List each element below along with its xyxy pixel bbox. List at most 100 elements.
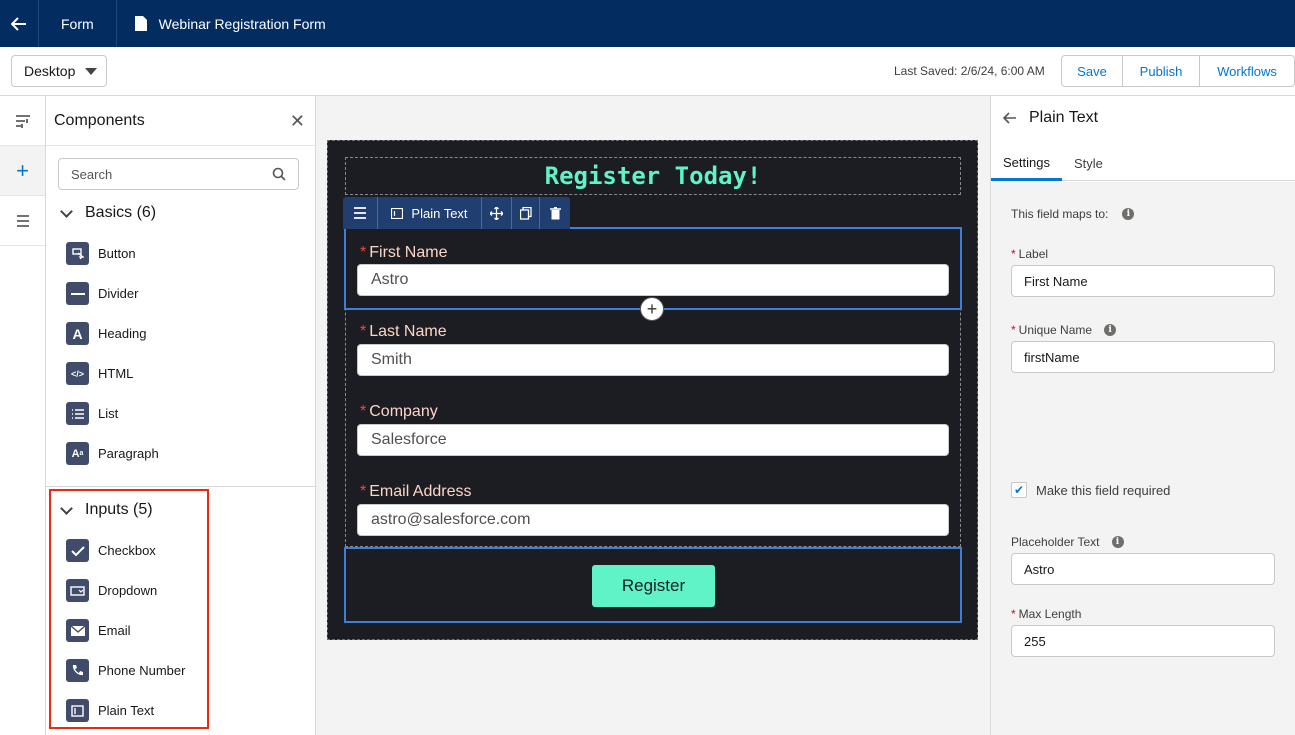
component-dropdown[interactable]: Dropdown (66, 579, 157, 602)
required-asterisk: * (360, 244, 367, 261)
inputs-section-title: Inputs (5) (85, 501, 153, 518)
document-title: Webinar Registration Form (158, 15, 326, 32)
field-label-text: Last Name (369, 323, 447, 340)
max-length-input[interactable]: 255 (1011, 625, 1275, 657)
field-label-email: * Email Address (360, 483, 472, 501)
document-icon (134, 16, 147, 31)
add-field-icon[interactable]: + (640, 297, 664, 321)
code-icon: </> (66, 362, 89, 385)
device-view-select[interactable]: Desktop (11, 55, 107, 87)
component-phone-number[interactable]: Phone Number (66, 659, 185, 682)
email-icon (66, 619, 89, 642)
last-name-input[interactable]: Smith (357, 344, 949, 376)
component-label: Email (98, 623, 131, 638)
required-asterisk: * (1011, 323, 1016, 337)
button-block[interactable]: Register (344, 547, 962, 623)
component-label: List (98, 406, 119, 421)
email-input[interactable]: astro@salesforce.com (357, 504, 949, 536)
tab-style[interactable]: Style (1062, 146, 1115, 181)
filter-settings-icon[interactable] (0, 96, 45, 146)
component-label: Button (98, 246, 136, 261)
add-components-icon[interactable]: + (0, 146, 45, 196)
component-email[interactable]: Email (66, 619, 131, 642)
component-label: Paragraph (98, 446, 159, 461)
component-label: Dropdown (98, 583, 158, 598)
dropdown-icon (66, 579, 89, 602)
document-title-group: Webinar Registration Form (117, 16, 326, 32)
move-icon[interactable] (482, 197, 512, 229)
required-asterisk: * (360, 403, 367, 420)
placeholder-label-text: Placeholder Text (1011, 535, 1100, 549)
back-arrow-icon[interactable] (0, 0, 38, 47)
breadcrumb-form[interactable]: Form (39, 16, 116, 32)
field-label-text: Company (369, 403, 438, 420)
checkmark-icon[interactable]: ✔ (1011, 482, 1027, 498)
field-label-last-name: * Last Name (360, 323, 447, 341)
basics-section-toggle[interactable]: Basics (6) (58, 204, 156, 222)
info-icon[interactable]: i (1111, 536, 1124, 548)
info-icon[interactable]: i (1104, 324, 1117, 336)
label-field-label: * Label (1011, 247, 1048, 261)
last-saved-text: Last Saved: 2/6/24, 6:00 AM (894, 64, 1045, 78)
field-label-first-name: * First Name (360, 244, 447, 262)
form-heading[interactable]: Register Today! (345, 157, 961, 195)
inputs-section-toggle[interactable]: Inputs (5) (58, 501, 153, 519)
required-asterisk: * (1011, 247, 1016, 261)
drag-menu-icon[interactable] (343, 197, 378, 229)
inputs-highlight-box (49, 489, 209, 729)
component-paragraph[interactable]: Aa Paragraph (66, 442, 159, 465)
duplicate-icon[interactable] (512, 197, 540, 229)
component-divider[interactable]: Divider (66, 282, 138, 305)
app-header: Form Webinar Registration Form (0, 0, 1295, 47)
info-icon[interactable]: i (1122, 208, 1135, 220)
field-label-text: First Name (369, 244, 448, 261)
paragraph-icon: Aa (66, 442, 89, 465)
trash-icon[interactable] (540, 197, 570, 229)
field-type-text: Plain Text (411, 205, 468, 221)
component-button[interactable]: Button (66, 242, 136, 265)
workflows-button[interactable]: Workflows (1199, 56, 1294, 86)
max-length-text: Max Length (1018, 607, 1082, 621)
component-html[interactable]: </> HTML (66, 362, 133, 385)
text-input-icon (66, 699, 89, 722)
max-length-label: * Max Length (1011, 607, 1081, 621)
list-icon (66, 402, 89, 425)
required-asterisk: * (1011, 607, 1016, 621)
checkbox-icon (66, 539, 89, 562)
tab-settings[interactable]: Settings (991, 146, 1062, 181)
search-icon (272, 167, 286, 181)
unique-name-input[interactable]: firstName (1011, 341, 1275, 373)
close-icon[interactable]: ✕ (290, 111, 305, 132)
component-list[interactable]: List (66, 402, 118, 425)
component-checkbox[interactable]: Checkbox (66, 539, 156, 562)
outline-list-icon[interactable] (0, 196, 45, 246)
phone-icon (66, 659, 89, 682)
maps-to-text: This field maps to: (1011, 207, 1109, 221)
first-name-input[interactable]: Astro (357, 264, 949, 296)
label-input[interactable]: First Name (1011, 265, 1275, 297)
component-label: Phone Number (98, 663, 186, 678)
publish-button[interactable]: Publish (1122, 56, 1199, 86)
save-button[interactable]: Save (1062, 56, 1122, 86)
required-checkbox-row[interactable]: ✔ Make this field required (1011, 482, 1170, 498)
unique-name-label: * Unique Name i (1011, 323, 1117, 337)
placeholder-input[interactable]: Astro (1011, 553, 1275, 585)
builder-toolbar: Desktop Last Saved: 2/6/24, 6:00 AM Save… (0, 47, 1295, 96)
basics-section-title: Basics (6) (85, 204, 157, 221)
component-label: Plain Text (98, 703, 155, 718)
component-label: Heading (98, 326, 147, 341)
register-button[interactable]: Register (592, 565, 715, 607)
form-preview: Register Today! Plain Text * First Name A… (327, 140, 978, 640)
back-arrow-icon[interactable] (1003, 112, 1017, 124)
properties-tabs: Settings Style (991, 146, 1295, 181)
field-label-text: Email Address (369, 483, 472, 500)
required-asterisk: * (360, 483, 367, 500)
component-search-input[interactable]: Search (58, 158, 299, 190)
chevron-down-icon (60, 204, 73, 218)
company-input[interactable]: Salesforce (357, 424, 949, 456)
field-floating-toolbar: Plain Text (343, 197, 570, 229)
component-plain-text[interactable]: Plain Text (66, 699, 154, 722)
properties-body: This field maps to: i * Label First Name… (991, 182, 1295, 735)
components-header: Components ✕ (46, 96, 315, 146)
component-heading[interactable]: A Heading (66, 322, 146, 345)
